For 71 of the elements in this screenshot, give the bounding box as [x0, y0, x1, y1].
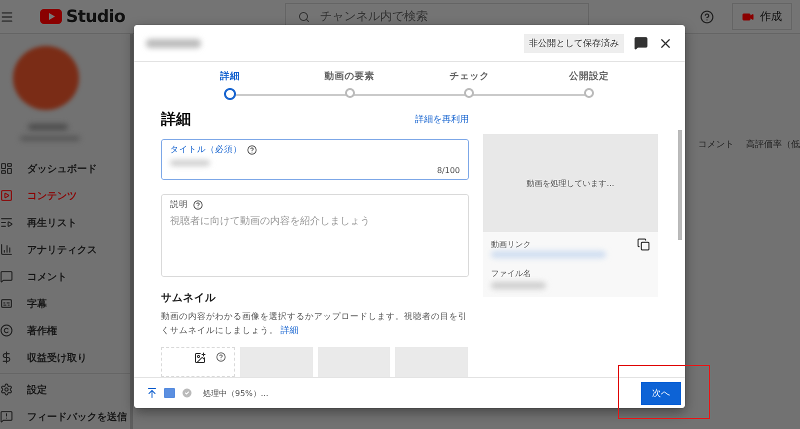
help-icon[interactable]: [193, 200, 203, 210]
help-icon[interactable]: [216, 352, 226, 362]
processing-text: 動画を処理しています...: [526, 178, 614, 188]
upload-icon: [146, 387, 158, 399]
bar-chart-icon: [0, 243, 13, 256]
processing-status: 処理中（95%）...: [203, 388, 268, 398]
dollar-icon: [0, 351, 13, 364]
section-heading: サムネイル: [161, 290, 217, 305]
field-label: タイトル（必須）: [170, 144, 242, 156]
brand-name: Studio: [66, 6, 126, 26]
status-badge: 非公開として保存済み: [524, 34, 624, 52]
blurred-text: [146, 38, 201, 48]
sidebar-item[interactable]: 設定: [0, 376, 130, 404]
step-label[interactable]: 公開設定: [568, 70, 609, 83]
blurred-text: [491, 282, 546, 289]
sidebar-item[interactable]: 字幕: [0, 290, 130, 318]
step-dot: [224, 88, 236, 100]
settings-icon: [0, 383, 13, 396]
step-label[interactable]: 詳細: [220, 70, 240, 83]
feedback-icon: [0, 410, 13, 424]
thumbnail-placeholder[interactable]: [240, 347, 313, 377]
sidebar-item[interactable]: コンテンツ: [0, 182, 130, 210]
camera-icon: [742, 10, 754, 22]
step-dot: [344, 88, 355, 98]
video-icon: [0, 189, 13, 202]
next-button[interactable]: 次へ: [641, 382, 681, 404]
description-field[interactable]: 説明 視聴者に向けて動画の内容を紹介しましょう: [161, 194, 469, 277]
field-label: 説明: [170, 199, 188, 212]
thumbnail-description: 動画の内容がわかる画像を選択するかアップロードします。視聴者の目を引くサムネイルにしましょう。 詳細: [161, 310, 468, 338]
thumbnail-upload[interactable]: [161, 347, 235, 377]
step-label[interactable]: チェック: [449, 70, 490, 83]
column-header: 高評価率（低: [746, 138, 800, 152]
comment-icon: [0, 270, 13, 284]
check-icon: [181, 387, 193, 399]
sidebar-item[interactable]: 著作権: [0, 317, 130, 344]
create-button[interactable]: 作成: [732, 3, 792, 30]
copy-icon[interactable]: [637, 238, 650, 251]
sidebar-item[interactable]: アナリティクス: [0, 236, 130, 264]
thumbnail-placeholder[interactable]: [395, 347, 468, 377]
sidebar-item[interactable]: 再生リスト: [0, 209, 130, 236]
step-label[interactable]: 動画の要素: [324, 70, 375, 83]
blurred-text: [170, 160, 210, 166]
sidebar-item[interactable]: 収益受け取り: [0, 344, 130, 372]
add-image-icon: [194, 352, 206, 364]
avatar: [13, 46, 79, 110]
placeholder-text: 視聴者に向けて動画の内容を紹介しましょう: [170, 214, 371, 228]
sidebar-item[interactable]: ダッシュボード: [0, 155, 130, 182]
step-dot: [464, 88, 474, 98]
playlist-icon: [0, 216, 13, 230]
thumbnail-placeholder[interactable]: [318, 347, 390, 377]
character-counter: 8/100: [436, 166, 460, 176]
dashboard-icon: [0, 162, 13, 176]
menu-icon[interactable]: [0, 10, 14, 24]
search-icon: [298, 10, 310, 22]
reuse-link[interactable]: 詳細を再利用: [415, 113, 469, 126]
sidebar-item[interactable]: フィードバックを送信: [0, 403, 130, 429]
scrollbar[interactable]: [678, 130, 682, 240]
subtitles-icon: [0, 297, 13, 310]
info-label: ファイル名: [491, 268, 532, 279]
column-header: コメント: [698, 139, 734, 152]
step-dot: [584, 88, 594, 98]
blurred-text: [28, 124, 68, 130]
section-heading: 詳細: [161, 110, 191, 129]
title-field[interactable]: タイトル（必須） 8/100: [161, 139, 469, 180]
help-icon[interactable]: [247, 145, 257, 155]
feedback-icon[interactable]: [634, 36, 648, 50]
logo-icon: [40, 9, 62, 24]
copyright-icon: [0, 324, 13, 338]
sidebar-item[interactable]: コメント: [0, 263, 130, 290]
info-label: 動画リンク: [491, 239, 531, 250]
details-link[interactable]: 詳細: [280, 326, 299, 336]
